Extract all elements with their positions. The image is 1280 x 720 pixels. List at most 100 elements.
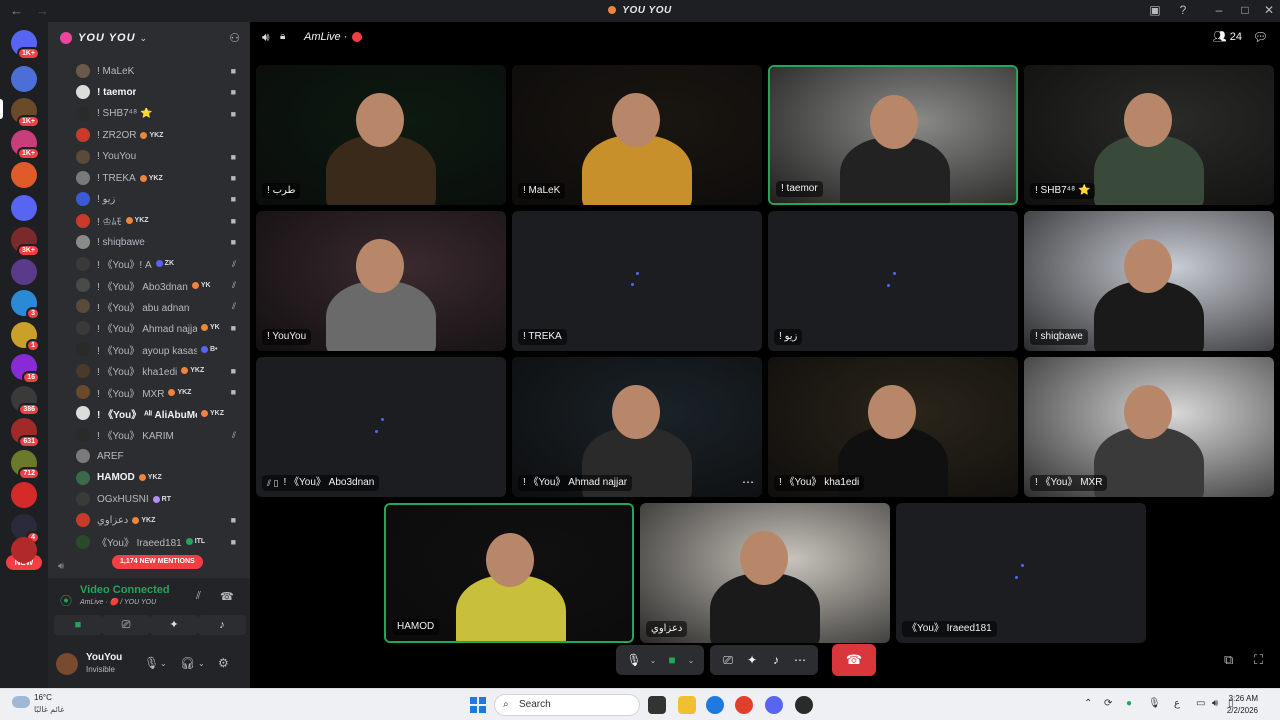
voice-member[interactable]: ! 《You》 Ahmad najjar YK ■ xyxy=(76,318,244,338)
voice-member[interactable]: ! زيو ■ xyxy=(76,189,244,209)
camera-icon[interactable]: ■ xyxy=(660,653,684,667)
language-indicator[interactable]: ع xyxy=(1174,698,1180,709)
chevron-up-icon[interactable]: ⌃ xyxy=(1084,698,1092,709)
voice-member[interactable]: ! 《You》 KARIM ⫽ xyxy=(76,425,244,445)
volume-icon[interactable]: 🔊︎ xyxy=(1212,698,1218,709)
server-icon[interactable]: 3K+ xyxy=(11,227,40,257)
noise-suppression-icon[interactable]: ⫽ xyxy=(196,590,201,603)
voice-member[interactable]: دعزاوي YKZ ■ xyxy=(76,510,244,530)
voice-member[interactable]: OGxHUSNI RT xyxy=(76,489,244,509)
video-tile[interactable]: 《You》 Iraeed181 xyxy=(896,503,1146,643)
discord-icon[interactable] xyxy=(765,696,783,714)
gear-icon[interactable]: ⚙ xyxy=(218,656,229,670)
server-icon[interactable]: 1K+ xyxy=(11,30,40,60)
chevron-down-icon[interactable]: ⌄ xyxy=(646,656,660,665)
video-tile[interactable]: ! 《You》 Ahmad najjar ⋯ xyxy=(512,357,762,497)
video-tile[interactable]: دعزاوي xyxy=(640,503,890,643)
voice-member[interactable]: ! taemor ■ xyxy=(76,82,244,102)
chrome-icon[interactable] xyxy=(735,696,753,714)
voice-member[interactable]: ! MaLeK ■ xyxy=(76,61,244,81)
chevron-down-icon[interactable]: ⌄ xyxy=(198,659,205,668)
taskbar-search[interactable]: ⌕ Search xyxy=(494,694,640,716)
headphones-icon[interactable]: 🎧︎ xyxy=(180,656,195,670)
weather-temperature[interactable]: 16°C xyxy=(34,693,52,702)
weather-condition[interactable]: غائم غالبًا xyxy=(34,705,64,714)
soundboard-button[interactable]: ♪ xyxy=(198,615,246,635)
soundboard-icon[interactable]: ♪ xyxy=(764,653,788,667)
video-tile[interactable]: ! طرب xyxy=(256,65,506,205)
app-icon[interactable] xyxy=(795,696,813,714)
voice-member[interactable]: ! ♔ﾑﾓ YKZ ■ xyxy=(76,211,244,231)
server-icon[interactable]: 631 xyxy=(11,418,40,448)
server-icon[interactable]: 16 xyxy=(11,354,40,384)
file-explorer-icon[interactable] xyxy=(678,696,696,714)
voice-member[interactable]: 《You》 Iraeed181 ITL ■ xyxy=(76,532,244,552)
network-icon[interactable]: ▭ xyxy=(1196,698,1205,709)
server-icon[interactable] xyxy=(11,66,37,92)
camera-button[interactable]: ■ xyxy=(54,615,102,635)
maximize-button[interactable]: □ xyxy=(1236,3,1254,19)
video-tile[interactable]: ! TREKA xyxy=(512,211,762,351)
voice-member[interactable]: ! 《You》 ayoup kasasbeh B• xyxy=(76,339,244,359)
chevron-down-icon[interactable]: ⌄ xyxy=(684,656,698,665)
video-tile[interactable]: ! shiqbawe xyxy=(1024,211,1274,351)
microphone-icon[interactable]: 🎙︎ xyxy=(1148,698,1161,709)
voice-member[interactable]: ! 《You》 Abo3dnan YK ⫽ xyxy=(76,275,244,295)
activities-icon[interactable]: ✦ xyxy=(740,653,764,667)
video-tile[interactable]: ! 《You》 MXR xyxy=(1024,357,1274,497)
server-icon[interactable]: 386 xyxy=(11,386,40,416)
video-tile[interactable]: ! MaLeK xyxy=(512,65,762,205)
fullscreen-icon[interactable]: ⛶ xyxy=(1254,652,1263,668)
video-tile[interactable]: ! YouYou xyxy=(256,211,506,351)
voice-connection-status[interactable]: Video Connected xyxy=(80,584,170,596)
voice-member[interactable]: ! 《You》 abu adnan ⫽ xyxy=(76,296,244,316)
voice-member[interactable]: AREF xyxy=(76,446,244,466)
add-member-icon[interactable]: ⚇ xyxy=(229,31,240,45)
video-tile[interactable]: ! 《You》 kha1edi xyxy=(768,357,1018,497)
more-options-icon[interactable]: ⋯ xyxy=(742,475,754,489)
voice-member[interactable]: ! shiqbawe ■ xyxy=(76,232,244,252)
server-icon[interactable] xyxy=(11,482,37,508)
voice-member[interactable]: HAMOD YKZ xyxy=(76,468,244,488)
weather-icon[interactable] xyxy=(12,696,30,708)
chevron-down-icon[interactable]: ⌄ xyxy=(160,659,167,668)
video-tile[interactable]: ! SHB7⁴⁸ ⭐ xyxy=(1024,65,1274,205)
screen-share-button[interactable]: ⎚ xyxy=(102,615,150,635)
popout-icon[interactable]: ⧉ xyxy=(1224,652,1233,668)
new-mentions-pill[interactable]: 1,174 NEW MENTIONS xyxy=(112,555,203,569)
screen-share-icon[interactable]: ⎚ xyxy=(716,653,740,668)
inbox-icon[interactable]: ▣ xyxy=(1146,3,1164,19)
disconnect-icon[interactable]: ☎ xyxy=(220,590,234,603)
chat-icon[interactable]: 💬︎ xyxy=(1253,30,1268,44)
server-icon[interactable]: 3 xyxy=(11,290,40,320)
server-icon[interactable]: 1K+ xyxy=(11,130,40,160)
username[interactable]: YouYou xyxy=(86,652,122,663)
edge-icon[interactable] xyxy=(706,696,724,714)
server-icon[interactable]: 1K+ xyxy=(11,98,40,128)
video-tile[interactable]: ⫽ ▯ ! 《You》 Abo3dnan xyxy=(256,357,506,497)
server-icon[interactable] xyxy=(11,162,37,188)
server-icon[interactable] xyxy=(11,195,37,221)
voice-member[interactable]: ! 《You》! A ZK ⫽ xyxy=(76,254,244,274)
close-button[interactable]: ✕ xyxy=(1260,3,1278,19)
task-view-icon[interactable] xyxy=(648,696,666,714)
participant-count[interactable]: 👥︎ 24 xyxy=(1213,30,1242,43)
guild-header[interactable]: YOU YOU ⌄ ⚇ xyxy=(48,22,250,54)
voice-member[interactable]: ! 《You》 MXR YKZ ■ xyxy=(76,382,244,402)
server-icon[interactable]: 1 xyxy=(11,322,40,352)
voice-member[interactable]: ! YouYou ■ xyxy=(76,147,244,167)
avatar[interactable] xyxy=(56,653,78,675)
video-tile[interactable]: HAMOD xyxy=(384,503,634,643)
voice-member[interactable]: ! SHB7⁴⁸ ⭐ ■ xyxy=(76,104,244,124)
voice-member[interactable]: ! TREKA YKZ ■ xyxy=(76,168,244,188)
more-options-icon[interactable]: ⋯ xyxy=(788,653,812,667)
video-tile[interactable]: ! زيو xyxy=(768,211,1018,351)
microphone-icon[interactable]: 🎙︎ xyxy=(622,653,646,667)
end-call-button[interactable]: ☎ xyxy=(832,644,876,676)
server-icon[interactable] xyxy=(11,537,37,563)
help-icon[interactable]: ? xyxy=(1174,3,1192,19)
voice-member[interactable]: ! ZR2OR YKZ xyxy=(76,125,244,145)
clock[interactable]: 3:26 AM 2/2/2026 xyxy=(1227,693,1258,717)
status-dot-icon[interactable]: ● xyxy=(1126,698,1132,709)
video-tile[interactable]: ! taemor xyxy=(768,65,1018,205)
